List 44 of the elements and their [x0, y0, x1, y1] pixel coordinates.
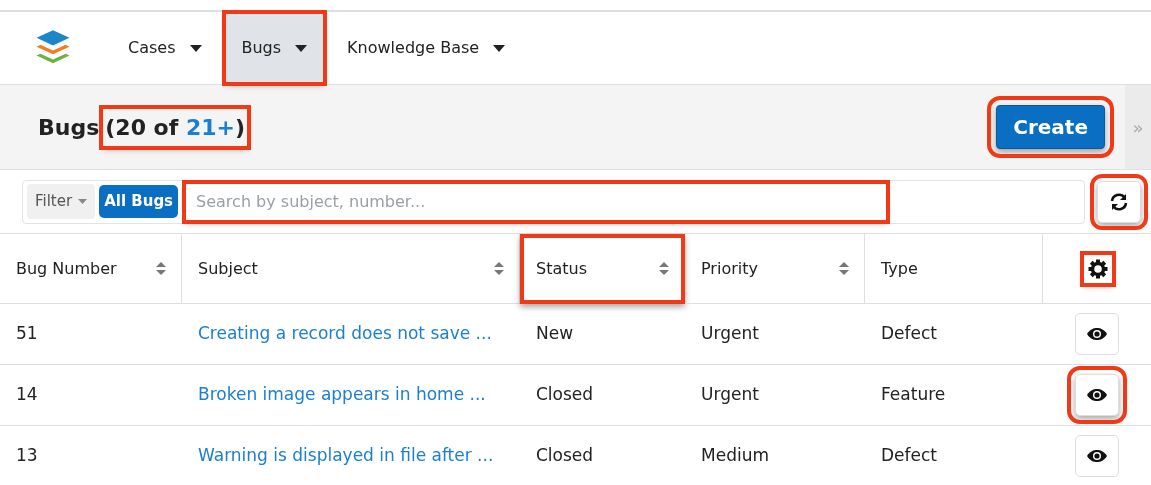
caret-icon	[493, 44, 506, 52]
record-count: )	[235, 114, 246, 140]
table-cell-text: Medium	[701, 444, 769, 468]
table-cell-text: 51	[16, 322, 38, 346]
table-cell-text: 14	[16, 383, 38, 407]
refresh-icon	[1109, 191, 1129, 212]
nav-tab[interactable]: Knowledge Base	[331, 14, 522, 82]
subject-link[interactable]: Warning is displayed in file after ...	[198, 443, 494, 469]
nav-tab[interactable]: Cases	[112, 14, 218, 82]
column-header[interactable]: Subject	[182, 234, 520, 304]
sort-icon	[493, 261, 505, 276]
page-title: Bugs	[38, 113, 100, 142]
table-cell-text: Defect	[881, 322, 937, 346]
preview-button[interactable]	[1075, 313, 1119, 355]
column-header[interactable]: Status	[520, 234, 685, 304]
table-cell-text: Defect	[881, 444, 937, 468]
caret-icon	[295, 44, 308, 52]
column-header[interactable]: Type	[865, 234, 1043, 304]
preview-button[interactable]	[1075, 435, 1119, 477]
subject-link[interactable]: Creating a record does not save ...	[198, 321, 492, 347]
sort-icon	[838, 261, 850, 276]
total-count-link[interactable]: 21+	[185, 114, 236, 140]
filter-bar[interactable]: Filter All Bugs Search by subject, number...	[22, 179, 1085, 224]
table-cell-text: Closed	[536, 444, 594, 468]
eye-icon	[1086, 387, 1108, 403]
sort-icon	[658, 261, 670, 276]
caret-icon	[78, 199, 88, 204]
table-cell-text: Feature	[881, 383, 946, 407]
subject-link[interactable]: Broken image appears in home ...	[198, 382, 486, 408]
table-cell-text: Urgent	[701, 322, 759, 346]
record-count: (20 of	[105, 114, 180, 140]
settings-icon	[1088, 258, 1108, 279]
caret-icon	[189, 44, 202, 52]
table-cell-text: 13	[16, 444, 38, 468]
table-cell-text: Urgent	[701, 383, 759, 407]
eye-icon	[1086, 326, 1108, 342]
column-header[interactable]: Bug Number	[0, 234, 182, 304]
filter-dropdown[interactable]: Filter	[27, 184, 96, 219]
column-header[interactable]: Priority	[685, 234, 865, 304]
table-cell-text: Closed	[536, 383, 594, 407]
table-cell-text: New	[536, 322, 574, 346]
eye-icon	[1086, 448, 1108, 464]
sort-icon	[155, 261, 167, 276]
filter-chip[interactable]: All Bugs	[99, 185, 179, 218]
